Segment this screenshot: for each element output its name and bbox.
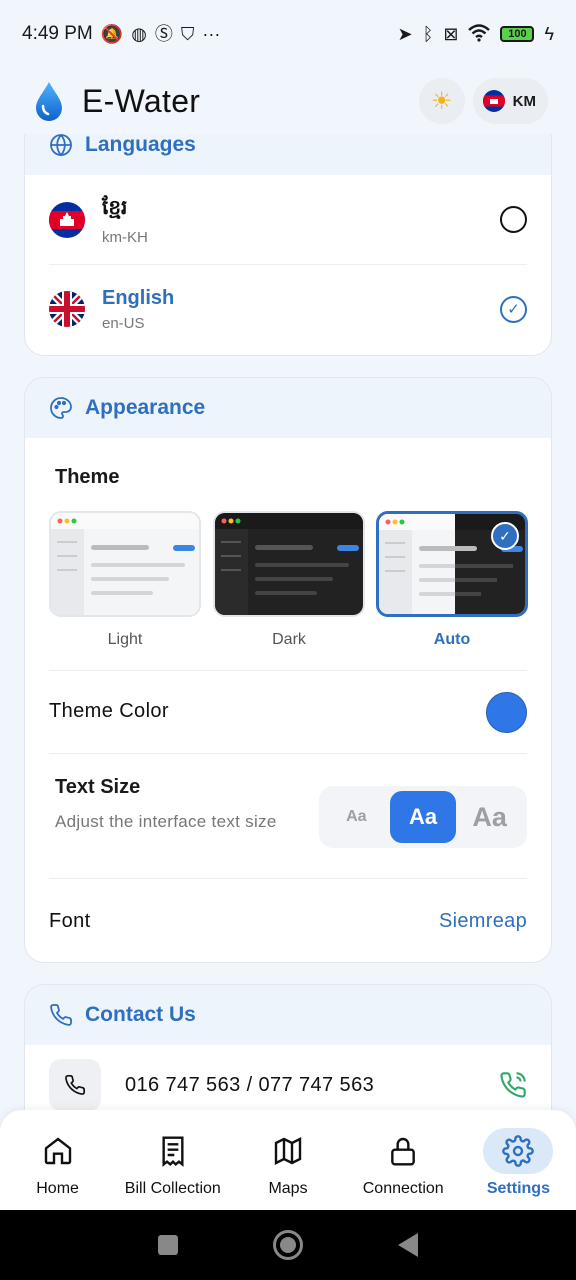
appearance-title: Appearance [85,396,206,419]
language-name: ខ្មែរ [102,196,128,219]
language-code: km-KH [102,228,148,246]
text-size-medium-button[interactable]: Aa [389,791,457,843]
battery-icon: 100 [500,26,535,42]
theme-option-auto[interactable]: ✓ [376,511,528,617]
appearance-card: Appearance Theme Light Dark ✓ Auto Theme… [24,377,552,963]
globe-icon [50,134,72,157]
appearance-header: Appearance [25,378,551,438]
contact-phone-row[interactable]: 016 747 563 / 077 747 563 [25,1045,551,1110]
bottom-navigation: Home Bill Collection Maps Connection Set… [0,1110,576,1210]
theme-color-label: Theme Color [49,700,169,722]
theme-toggle-button[interactable]: ☀ [418,78,465,124]
theme-color-swatch[interactable] [486,692,527,733]
language-code: KM [512,92,536,110]
theme-option-dark[interactable] [213,511,365,617]
nav-item-connection[interactable]: Connection [346,1110,461,1210]
divider [49,878,527,879]
theme-label-auto: Auto [433,631,471,648]
system-navigation-bar [0,1210,576,1280]
language-name: English [102,286,175,309]
nav-item-bill-collection[interactable]: Bill Collection [115,1110,230,1210]
language-code: en-US [102,314,145,332]
no-sim-icon: ⊠ [443,24,459,44]
more-dots-icon: ··· [202,24,221,44]
languages-header: Languages [25,134,551,175]
gear-icon [483,1128,554,1174]
nav-label: Settings [486,1180,550,1197]
palette-icon [50,397,72,419]
text-size-selector: Aa Aa Aa [319,786,527,848]
nav-item-home[interactable]: Home [0,1110,115,1210]
contact-header: Contact Us [25,985,551,1045]
languages-card: Languages ខ្មែរ km-KH English en-US ✓ [24,134,552,356]
font-value[interactable]: Siemreap [439,910,527,933]
phone-icon [50,1004,72,1026]
language-option-khmer[interactable]: ខ្មែរ km-KH [25,175,551,264]
app-title: E-Water [82,82,201,119]
nav-label: Home [36,1180,79,1197]
divider [49,670,527,671]
languages-title: Languages [85,134,196,156]
nav-label: Connection [362,1180,444,1197]
radio-checked-icon[interactable]: ✓ [500,295,527,323]
nav-label: Maps [268,1180,308,1197]
status-time: 4:49 PM [22,23,93,44]
contact-title: Contact Us [85,1003,196,1026]
settings-content[interactable]: Languages ខ្មែរ km-KH English en-US ✓ Ap… [0,134,576,1110]
language-option-english[interactable]: English en-US ✓ [49,264,527,353]
text-size-description: Adjust the interface text size [55,812,277,831]
nav-item-maps[interactable]: Maps [230,1110,345,1210]
dark-theme-preview [215,513,363,615]
wifi-icon [468,23,491,45]
selected-check-icon: ✓ [491,522,519,550]
recent-apps-icon[interactable] [157,1235,178,1255]
text-size-small-button[interactable]: Aa [323,791,390,843]
contact-phone-numbers: 016 747 563 / 077 747 563 [125,1073,375,1096]
map-icon [253,1128,323,1174]
charging-icon: ϟ [544,24,554,44]
divider [49,753,527,754]
light-theme-preview [51,513,199,615]
location-icon: ➤ [397,24,413,44]
app-header: E-Water ☀ KM [0,68,576,134]
theme-option-light[interactable] [49,511,201,617]
messenger-icon: ◍ [131,24,147,44]
home-button-icon[interactable] [272,1230,303,1260]
shield-icon: ⛉ [180,24,195,44]
home-icon [23,1128,93,1174]
text-size-label: Text Size [55,776,141,798]
contact-card: Contact Us 016 747 563 / 077 747 563 [24,984,552,1110]
font-label: Font [49,910,91,932]
cambodia-flag-icon [482,90,505,112]
status-bar: 4:49 PM 🔕 ◍ Ⓢ ⛉ ··· ➤ ᛒ ⊠ 100 ϟ [0,0,576,68]
sun-icon: ☀ [430,87,453,115]
receipt-icon [138,1128,208,1174]
text-size-large-button[interactable]: Aa [456,791,523,843]
theme-label-light: Light [107,631,143,648]
uk-flag-icon [49,291,85,327]
call-icon[interactable] [499,1071,527,1099]
back-icon[interactable] [398,1233,419,1257]
cambodia-flag-icon [49,201,85,238]
theme-label: Theme [55,466,120,488]
radio-unchecked[interactable] [500,206,527,233]
water-drop-logo-icon [36,82,62,121]
mute-icon: 🔕 [100,24,124,44]
app-notification-icon: Ⓢ [154,24,173,44]
lock-icon [368,1128,438,1174]
language-switch-button[interactable]: KM [472,78,548,124]
nav-item-settings[interactable]: Settings [461,1110,576,1210]
phone-icon [49,1059,101,1110]
bluetooth-icon: ᛒ [422,24,434,44]
nav-label: Bill Collection [124,1180,221,1197]
theme-label-dark: Dark [272,631,306,648]
